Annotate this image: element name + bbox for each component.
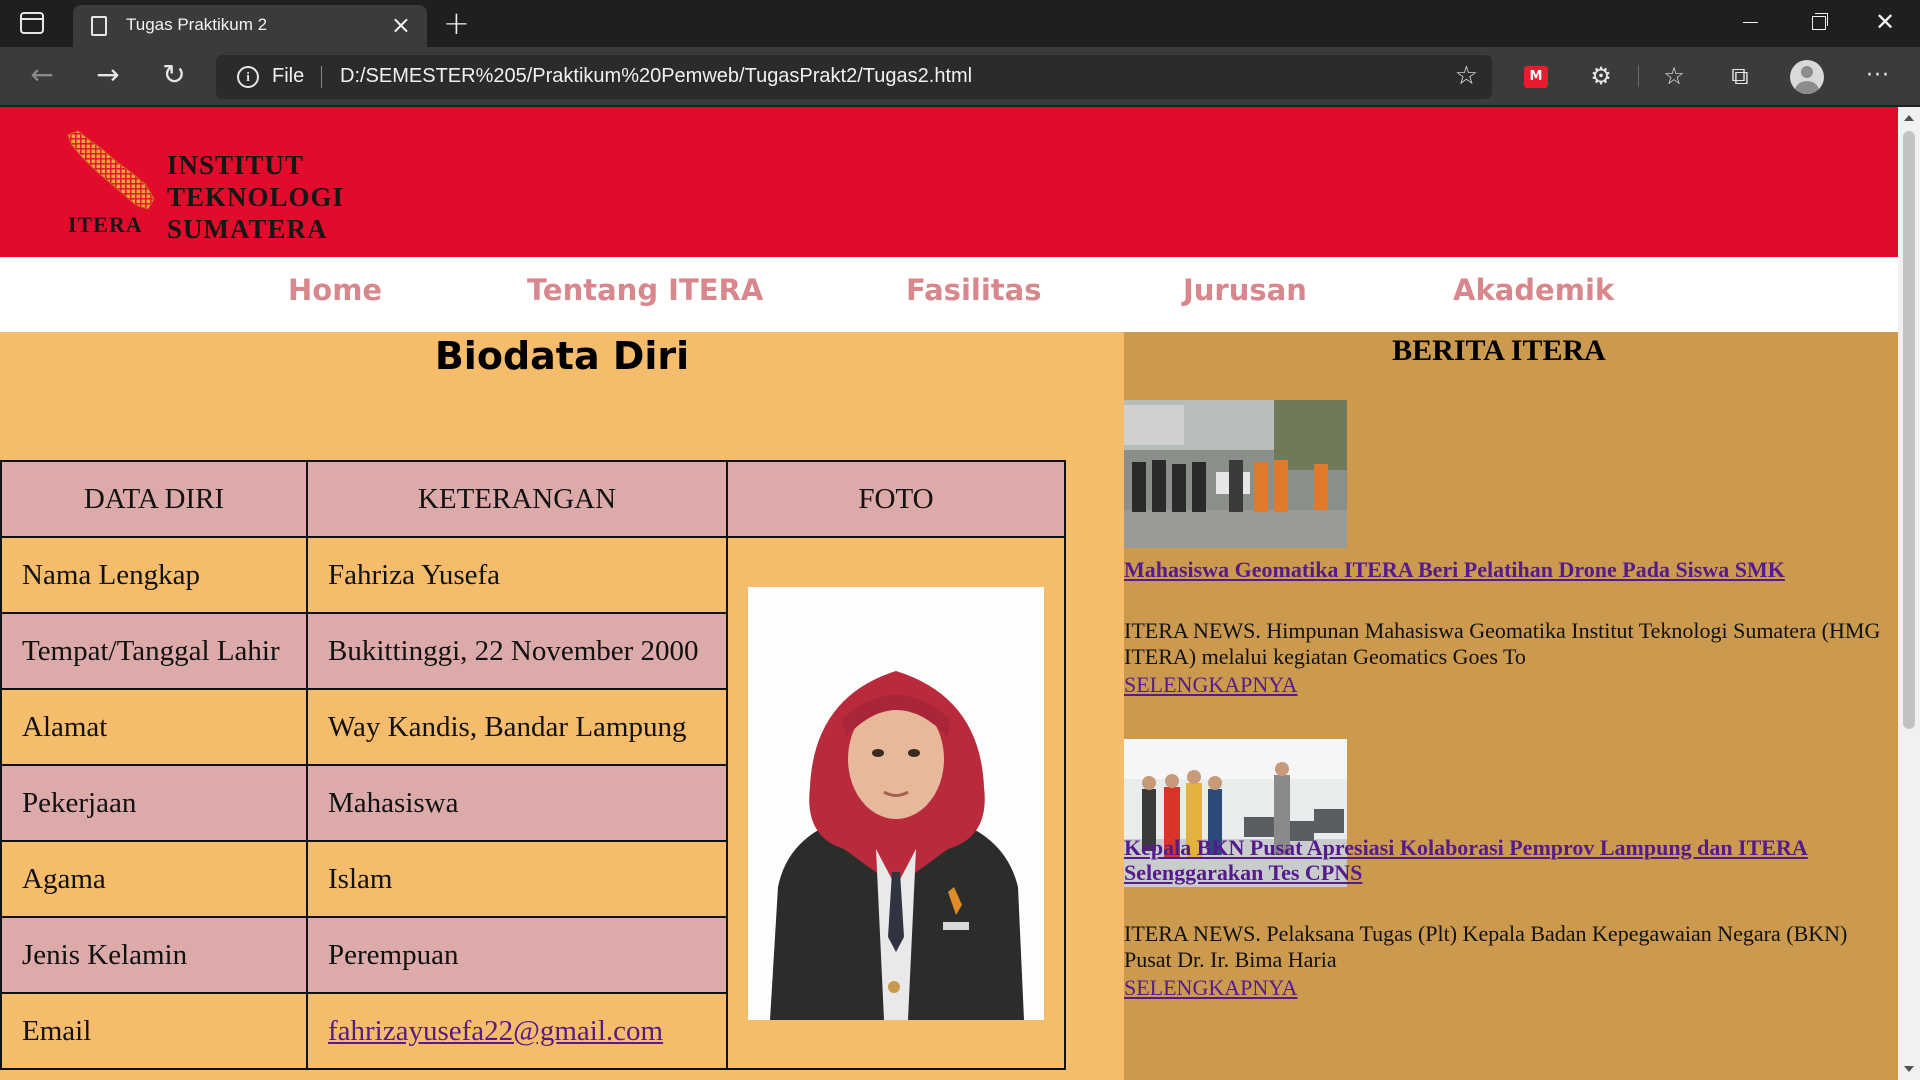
- table-header: FOTO: [726, 460, 1066, 538]
- more-menu-icon[interactable]: ···: [1860, 58, 1896, 94]
- logo-name-line: TEKNOLOGI: [167, 182, 345, 212]
- read-more-link[interactable]: SELENGKAPNYA: [1124, 672, 1298, 698]
- row-value: fahrizayusefa22@gmail.com: [306, 992, 728, 1070]
- row-label: Alamat: [0, 688, 308, 766]
- info-icon[interactable]: i: [237, 66, 259, 88]
- row-value: Perempuan: [306, 916, 728, 994]
- tab-actions-icon[interactable]: [20, 12, 44, 34]
- new-tab-icon[interactable]: +: [443, 4, 470, 42]
- news-summary: ITERA NEWS. Pelaksana Tugas (Plt) Kepala…: [1124, 921, 1848, 972]
- nav-akademik[interactable]: Akademik: [1453, 273, 1614, 307]
- row-value: Mahasiswa: [306, 764, 728, 842]
- profile-avatar-icon[interactable]: [1790, 60, 1824, 94]
- page-icon: [91, 16, 107, 36]
- page-viewport: ITERA INSTITUT TEKNOLOGI SUMATERA Home T…: [0, 107, 1898, 1080]
- nav-tentang-itera[interactable]: Tentang ITERA: [527, 273, 763, 307]
- favorites-icon[interactable]: ☆: [1656, 58, 1692, 94]
- news-image[interactable]: [1124, 400, 1347, 548]
- sumatera-island-icon: [67, 130, 155, 210]
- url-text[interactable]: D:/SEMESTER%205/Praktikum%20Pemweb/Tugas…: [340, 65, 972, 88]
- forward-arrow-icon[interactable]: →: [89, 57, 127, 95]
- row-value: Fahriza Yusefa: [306, 536, 728, 614]
- row-label: Jenis Kelamin: [0, 916, 308, 994]
- scroll-thumb[interactable]: [1903, 131, 1915, 729]
- read-more-link[interactable]: SELENGKAPNYA: [1124, 975, 1298, 1001]
- itera-logo[interactable]: ITERA INSTITUT TEKNOLOGI SUMATERA: [66, 129, 366, 244]
- add-favorite-icon[interactable]: ☆: [1455, 62, 1478, 90]
- extension-mendeley-icon[interactable]: M: [1518, 58, 1554, 94]
- profile-photo: [748, 586, 1044, 1020]
- browser-tab-bar: Tugas Praktikum 2 × + ✕: [0, 0, 1920, 47]
- row-value: Islam: [306, 840, 728, 918]
- table-row: Nama Lengkap Fahriza Yusefa: [0, 536, 1066, 1070]
- logo-name-line: INSTITUT: [167, 150, 305, 180]
- person-photo-icon: [748, 586, 1044, 1020]
- news-sidebar: BERITA ITERA Mahasiswa Geomatika ITERA B…: [1124, 332, 1898, 1080]
- tab-close-icon[interactable]: ×: [391, 12, 411, 38]
- row-label: Agama: [0, 840, 308, 918]
- reload-icon[interactable]: ↻: [155, 57, 193, 95]
- table-header-row: DATA DIRI KETERANGAN FOTO: [0, 460, 1066, 538]
- row-label: Tempat/Tanggal Lahir: [0, 612, 308, 690]
- logo-name: INSTITUT TEKNOLOGI SUMATERA: [167, 149, 344, 245]
- photo-cell: [726, 536, 1066, 1070]
- biodata-table: DATA DIRI KETERANGAN FOTO Nama Lengkap F…: [0, 460, 1066, 1070]
- row-label: Nama Lengkap: [0, 536, 308, 614]
- logo-name-line: SUMATERA: [167, 214, 328, 244]
- logo-acronym: ITERA: [68, 212, 143, 237]
- site-header: ITERA INSTITUT TEKNOLOGI SUMATERA: [0, 107, 1898, 257]
- tab-title: Tugas Praktikum 2: [126, 15, 268, 34]
- back-arrow-icon[interactable]: ←: [23, 57, 61, 95]
- news-headline[interactable]: Kepala BKN Pusat Apresiasi Kolaborasi Pe…: [1124, 835, 1864, 885]
- page-scrollbar[interactable]: [1898, 107, 1920, 1080]
- minimize-button[interactable]: [1715, 0, 1783, 46]
- toolbar-separator: [1638, 65, 1639, 87]
- row-label: Pekerjaan: [0, 764, 308, 842]
- table-header: DATA DIRI: [0, 460, 308, 538]
- biodata-section: Biodata Diri DATA DIRI KETERANGAN FOTO N…: [0, 332, 1124, 1080]
- news-photo-drone-training: [1124, 400, 1347, 548]
- scheme-label: File: [272, 65, 305, 87]
- table-header: KETERANGAN: [306, 460, 728, 538]
- row-value: Way Kandis, Bandar Lampung: [306, 688, 728, 766]
- collections-icon[interactable]: ⧉: [1722, 58, 1758, 94]
- news-title: BERITA ITERA: [1392, 334, 1606, 367]
- news-headline[interactable]: Mahasiswa Geomatika ITERA Beri Pelatihan…: [1124, 557, 1864, 582]
- page-title: Biodata Diri: [434, 334, 690, 378]
- scroll-down-arrow-icon[interactable]: [1904, 1066, 1914, 1072]
- nav-home[interactable]: Home: [288, 273, 382, 307]
- nav-fasilitas[interactable]: Fasilitas: [906, 273, 1041, 307]
- news-summary: ITERA NEWS. Himpunan Mahasiswa Geomatika…: [1124, 618, 1881, 669]
- site-nav: Home Tentang ITERA Fasilitas Jurusan Aka…: [0, 257, 1898, 332]
- nav-jurusan[interactable]: Jurusan: [1183, 273, 1307, 307]
- row-label: Email: [0, 992, 308, 1070]
- browser-toolbar: ← → ↻ i File D:/SEMESTER%205/Praktikum%2…: [0, 47, 1920, 105]
- row-value: Bukittinggi, 22 November 2000: [306, 612, 728, 690]
- email-link[interactable]: fahrizayusefa22@gmail.com: [328, 1015, 663, 1047]
- close-window-button[interactable]: ✕: [1851, 0, 1919, 46]
- address-separator: [321, 66, 322, 88]
- extensions-puzzle-icon[interactable]: ⚙: [1583, 58, 1619, 94]
- address-bar[interactable]: i File D:/SEMESTER%205/Praktikum%20Pemwe…: [216, 55, 1492, 99]
- restore-button[interactable]: [1783, 0, 1851, 46]
- scroll-up-arrow-icon[interactable]: [1904, 115, 1914, 121]
- browser-tab[interactable]: Tugas Praktikum 2 ×: [73, 5, 427, 47]
